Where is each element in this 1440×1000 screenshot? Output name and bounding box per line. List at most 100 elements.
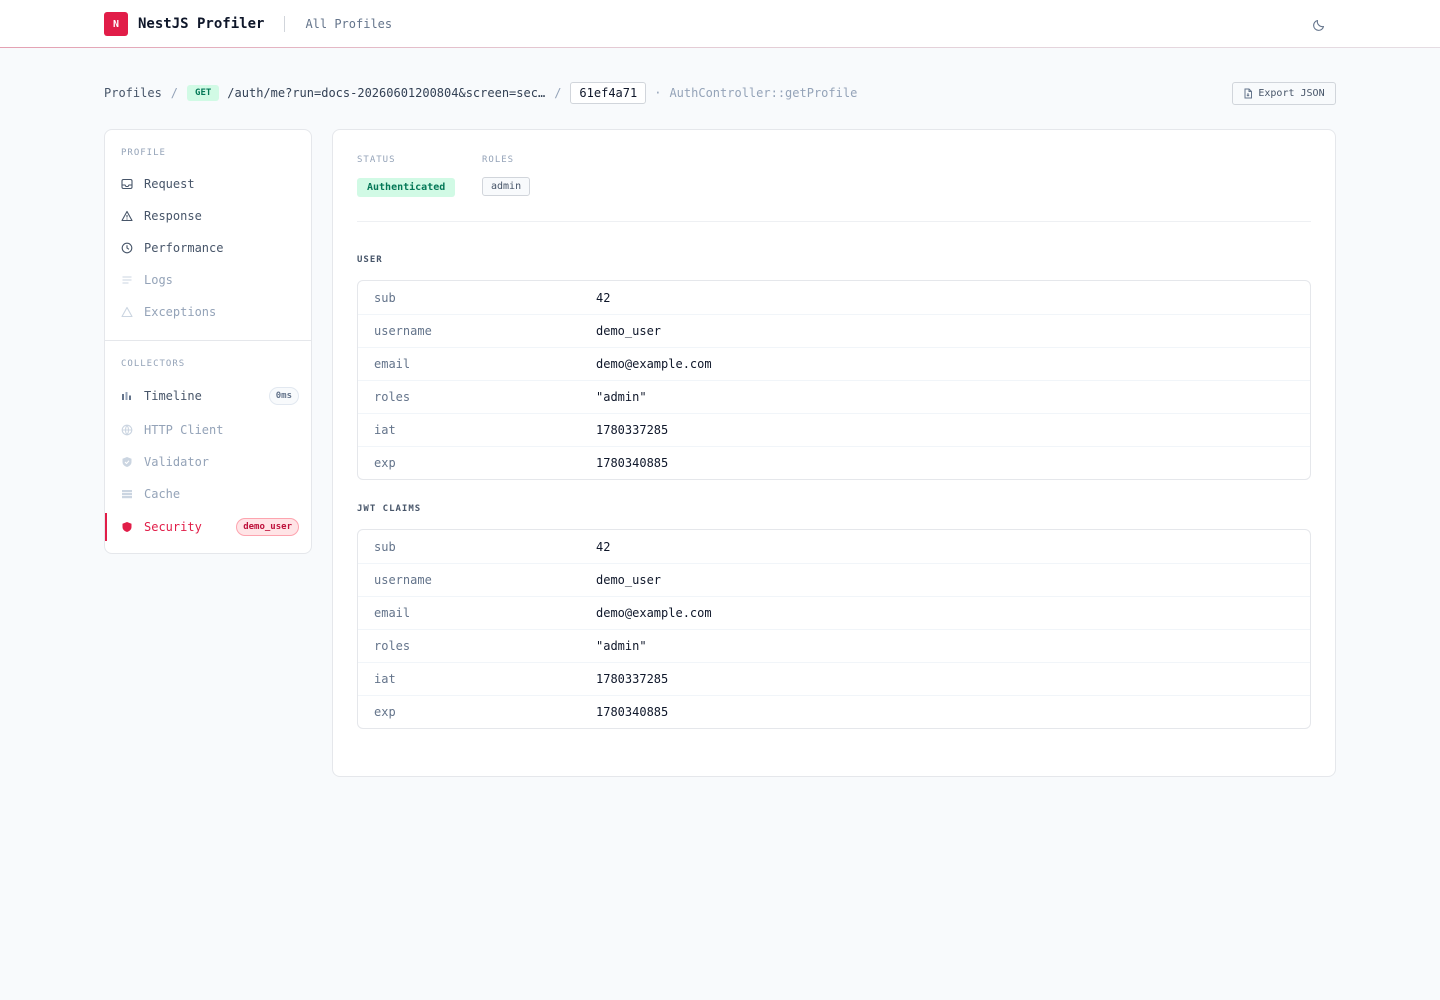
sidebar-item-http-client[interactable]: HTTP Client [105,416,311,444]
breadcrumb: Profiles / GET /auth/me?run=docs-2026060… [104,82,857,104]
row-key: exp [374,456,396,470]
shield-icon [120,521,133,534]
row-key: exp [374,705,396,719]
user-section-title: USER [357,255,383,265]
triangle-icon [120,210,133,223]
row-value: 42 [596,290,611,305]
app-logo[interactable]: N [104,12,128,36]
table-row: iat 1780337285 [358,413,1310,446]
breadcrumb-profiles-link[interactable]: Profiles [104,86,162,100]
table-row: roles "admin" [358,380,1310,413]
role-badge: admin [482,177,531,196]
sidebar-item-validator[interactable]: Validator [105,448,311,476]
table-row: exp 1780340885 [358,695,1310,728]
table-row: email demo@example.com [358,596,1310,629]
sidebar-item-label: Timeline [144,389,202,403]
jwt-claims-section-title: JWT CLAIMS [357,504,422,514]
inbox-icon [120,178,133,191]
sidebar-item-label: HTTP Client [144,423,224,437]
breadcrumb-separator: / [554,86,562,100]
breadcrumb-dot: · [654,86,662,100]
sidebar-item-label: Performance [144,241,224,255]
row-key: iat [374,672,396,686]
collectors-heading: COLLECTORS [121,359,186,369]
database-icon [120,488,133,501]
sidebar-item-logs[interactable]: Logs [105,266,311,294]
profile-heading: PROFILE [121,148,166,158]
request-path: /auth/me?run=docs-20260601200804&screen=… [227,86,546,100]
clock-icon [120,242,133,255]
row-value: demo_user [596,573,662,587]
security-panel: STATUS Authenticated ROLES admin USER su… [332,129,1336,777]
warning-icon [120,306,133,319]
table-row: username demo_user [358,563,1310,596]
sidebar-item-label: Request [144,177,195,191]
sidebar-item-label: Exceptions [144,305,217,319]
row-value: 42 [596,539,611,554]
row-key: sub [374,539,396,554]
lines-icon [120,274,133,287]
table-row: roles "admin" [358,629,1310,662]
row-value: demo@example.com [596,606,712,620]
user-table: sub 42 username demo_useremail demo@example.… [357,280,1311,480]
header-divider [284,16,286,32]
shield-check-icon [120,456,133,469]
sidebar-divider [105,340,311,341]
sidebar-item-cache[interactable]: Cache [105,480,311,508]
sidebar-item-exceptions[interactable]: Exceptions [105,298,311,326]
method-badge: GET [187,85,220,101]
sidebar-item-request[interactable]: Request [105,170,311,198]
row-value: demo@example.com [596,357,712,371]
row-key: iat [374,423,396,437]
sidebar-item-performance[interactable]: Performance [105,234,311,262]
table-row: email demo@example.com [358,347,1310,380]
row-key: roles [374,390,411,404]
panel-divider [357,221,1311,222]
export-json-button[interactable]: Export JSON [1232,82,1336,105]
row-value: "admin" [596,639,647,653]
status-badge: Authenticated [357,178,456,197]
status-label: STATUS [357,155,396,165]
app-title[interactable]: NestJS Profiler [138,16,264,32]
sidebar-item-label: Security [144,520,202,534]
table-row: username demo_user [358,314,1310,347]
row-value: "admin" [596,390,647,404]
row-key: email [374,357,411,371]
table-row: exp 1780340885 [358,446,1310,479]
file-icon [1243,88,1253,99]
row-value: 1780337285 [596,672,669,686]
breadcrumb-separator: / [170,86,179,100]
sidebar-item-label: Response [144,209,202,223]
profile-token[interactable]: 61ef4a71 [570,82,647,104]
timeline-duration-badge: 0ms [268,387,299,405]
table-row: sub 42 [358,281,1310,314]
moon-icon[interactable] [1312,16,1328,32]
row-key: username [374,573,432,587]
row-value: demo_user [596,324,662,338]
table-row: iat 1780337285 [358,662,1310,695]
globe-icon [120,424,133,437]
controller-handler: AuthController::getProfile [669,86,858,100]
row-key: email [374,606,411,620]
jwt-claims-table: sub 42 username demo_useremail demo@example.… [357,529,1311,729]
row-key: roles [374,639,411,653]
row-value: 1780340885 [596,456,669,470]
sidebar-item-label: Cache [144,487,181,501]
top-bar: N NestJS Profiler All Profiles [0,0,1440,48]
sidebar-item-timeline[interactable]: Timeline 0ms [105,382,311,410]
sidebar-item-label: Logs [144,273,173,287]
row-key: username [374,324,432,338]
sidebar-item-security[interactable]: Security demo_user [105,513,311,541]
row-value: 1780340885 [596,705,669,719]
sidebar: PROFILE Request Response Performance Log… [104,129,312,554]
security-user-badge: demo_user [236,518,299,536]
row-key: sub [374,290,396,305]
sidebar-item-label: Validator [144,455,210,469]
sidebar-item-response[interactable]: Response [105,202,311,230]
row-value: 1780337285 [596,423,669,437]
table-row: sub 42 [358,530,1310,563]
export-json-label: Export JSON [1258,88,1325,99]
all-profiles-link[interactable]: All Profiles [305,17,392,31]
roles-label: ROLES [482,155,515,165]
bars-icon [120,390,133,403]
